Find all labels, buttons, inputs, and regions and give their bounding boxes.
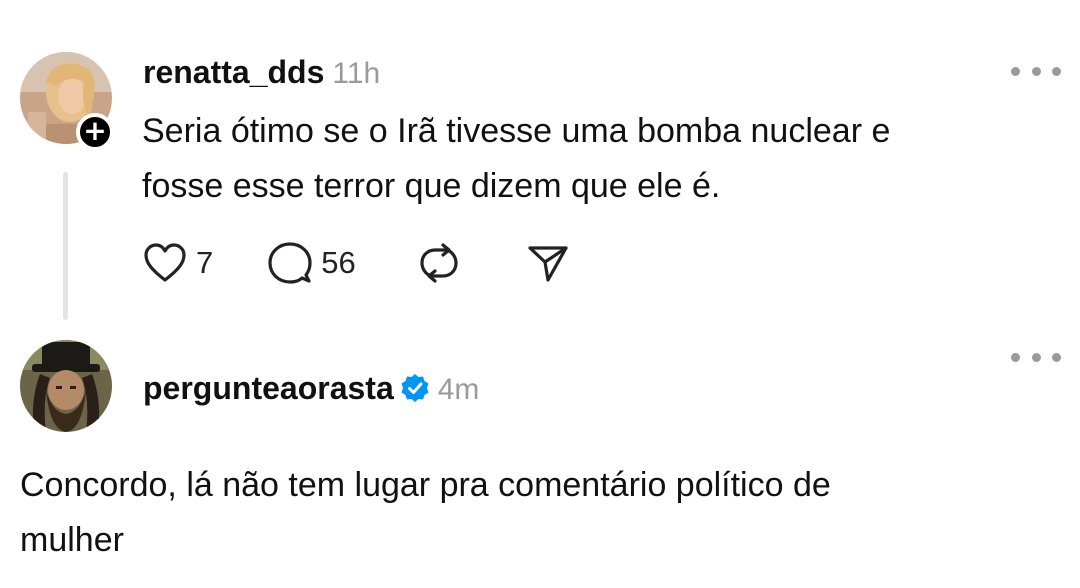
thread-line	[63, 172, 68, 320]
username-text[interactable]: renatta_dds	[143, 54, 324, 90]
more-icon[interactable]	[1011, 64, 1061, 78]
timestamp: 4m	[437, 373, 480, 406]
repost-button[interactable]	[418, 242, 460, 284]
post-pergunteaorasta: pergunteaorasta 4m Concordo, lá não tem …	[0, 330, 1080, 588]
follow-plus-icon[interactable]: +	[76, 113, 114, 151]
more-icon[interactable]	[1011, 350, 1061, 364]
post-text-line: fosse esse terror que dizem que ele é.	[142, 167, 721, 205]
verified-icon	[401, 373, 429, 402]
timestamp: 11h	[332, 57, 381, 90]
username-text[interactable]: pergunteaorasta	[143, 370, 394, 406]
comment-count: 56	[321, 245, 356, 280]
share-button[interactable]	[526, 242, 570, 284]
comment-icon	[268, 242, 312, 284]
post-text: Seria ótimo se o Irã tivesse uma bomba n…	[142, 104, 890, 214]
heart-icon	[144, 243, 186, 282]
share-icon	[528, 246, 568, 282]
post-renatta: + renatta_dds 11h Seria ótimo se o Irã ti…	[0, 0, 1080, 330]
avatar-pergunteaorasta[interactable]	[20, 340, 112, 432]
post-text-line: Concordo, lá não tem lugar pra comentári…	[20, 466, 831, 504]
post-text: Concordo, lá não tem lugar pra comentári…	[20, 458, 831, 568]
post-text-line: Seria ótimo se o Irã tivesse uma bomba n…	[142, 112, 891, 150]
username-pergunteaorasta[interactable]: pergunteaorasta 4m	[143, 370, 479, 407]
comment-button[interactable]: 56	[267, 241, 356, 285]
like-count: 7	[196, 245, 214, 280]
like-button[interactable]: 7	[142, 242, 213, 284]
action-bar: 7 56	[142, 238, 570, 288]
repost-icon	[420, 243, 458, 283]
post-text-line: mulher	[20, 521, 124, 559]
username-renatta[interactable]: renatta_dds 11h	[143, 54, 380, 91]
